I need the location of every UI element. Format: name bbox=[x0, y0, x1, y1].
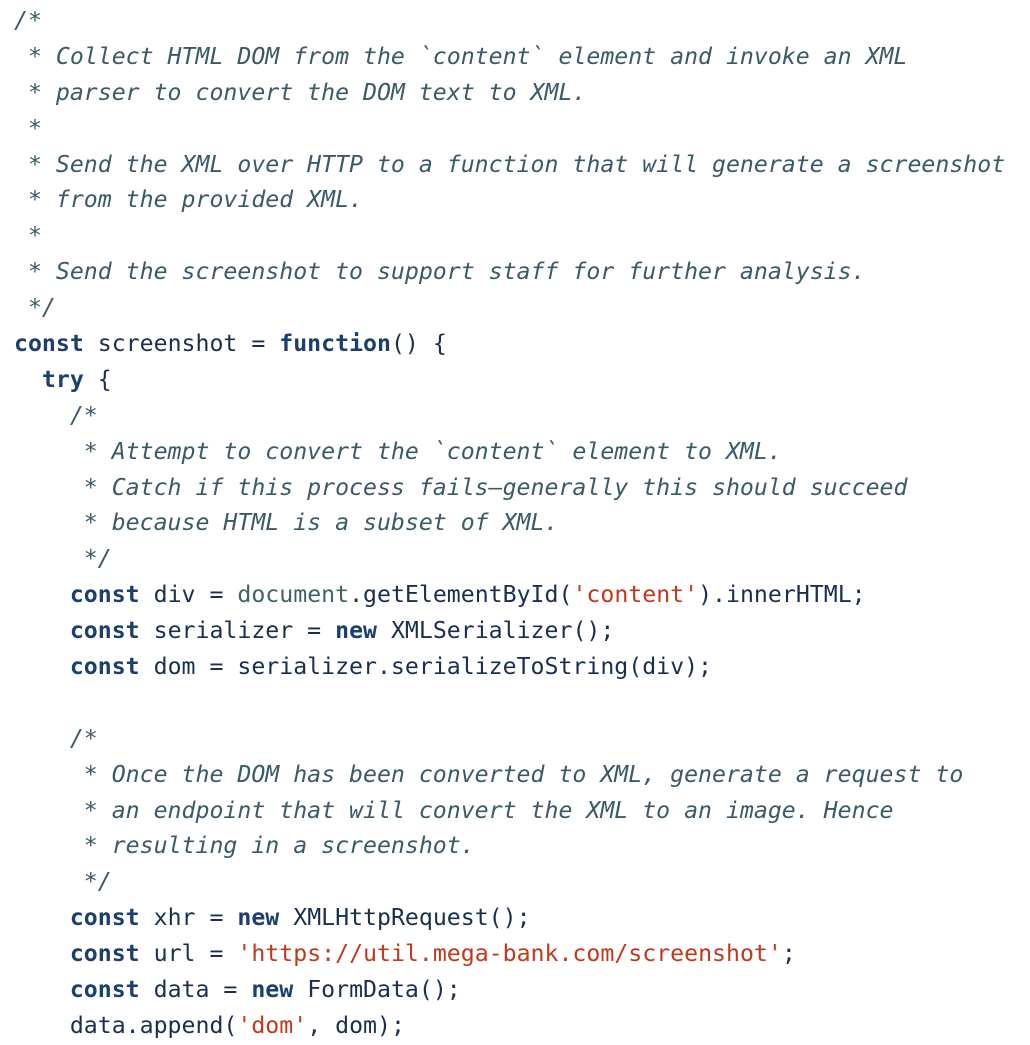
code-token-comment: * bbox=[14, 222, 42, 250]
code-token-comment: * resulting in a screenshot. bbox=[14, 832, 475, 860]
code-token-str: 'https://util.mega-bank.com/screenshot' bbox=[237, 940, 782, 968]
code-line: * Send the screenshot to support staff f… bbox=[14, 254, 1005, 290]
code-line: /* bbox=[14, 721, 1005, 757]
code-line: try { bbox=[14, 362, 1005, 398]
code-line: * bbox=[14, 111, 1005, 147]
code-token-plain: , dom); bbox=[307, 1011, 405, 1039]
code-line: * parser to convert the DOM text to XML. bbox=[14, 75, 1005, 111]
code-token-comment: */ bbox=[14, 545, 112, 573]
code-token-comment: * Once the DOM has been converted to XML… bbox=[14, 760, 964, 788]
code-token-plain: ; bbox=[781, 940, 796, 968]
code-token-plain: XMLHttpRequest(); bbox=[279, 904, 531, 932]
code-token-kw: const bbox=[69, 653, 140, 681]
code-token-comment: * Send the screenshot to support staff f… bbox=[14, 258, 866, 286]
code-line: const url = 'https://util.mega-bank.com/… bbox=[14, 936, 1005, 972]
code-line: * resulting in a screenshot. bbox=[14, 828, 1005, 864]
code-line: * from the provided XML. bbox=[14, 182, 1005, 218]
code-token-plain: screenshot = bbox=[83, 330, 280, 358]
code-token-plain: FormData(); bbox=[293, 976, 461, 1004]
code-token-str: 'content' bbox=[572, 581, 699, 609]
code-token-kw: function bbox=[279, 330, 391, 358]
code-token-comment: * from the provided XML. bbox=[14, 186, 364, 214]
code-block: /* * Collect HTML DOM from the `content`… bbox=[14, 3, 1005, 1044]
code-token-plain: .getElementById( bbox=[349, 581, 573, 609]
code-token-kw: new bbox=[251, 976, 294, 1004]
code-token-kw: const bbox=[69, 976, 140, 1004]
code-token-comment: * an endpoint that will convert the XML … bbox=[14, 796, 894, 824]
code-token-kw: const bbox=[69, 617, 140, 645]
code-token-plain: data = bbox=[139, 976, 252, 1004]
code-line: * Catch if this process fails—generally … bbox=[14, 470, 1005, 506]
code-token-plain: ).innerHTML; bbox=[698, 581, 866, 609]
code-token-obj: document bbox=[237, 581, 350, 609]
code-line: const xhr = new XMLHttpRequest(); bbox=[14, 900, 1005, 936]
code-token-plain: data.append( bbox=[14, 1011, 238, 1039]
code-token-plain: xhr = bbox=[139, 904, 238, 932]
code-line: * because HTML is a subset of XML. bbox=[14, 505, 1005, 541]
code-line: const div = document.getElementById('con… bbox=[14, 577, 1005, 613]
code-line: */ bbox=[14, 541, 1005, 577]
code-token-comment: * parser to convert the DOM text to XML. bbox=[14, 78, 587, 106]
code-token-str: 'dom' bbox=[237, 1011, 308, 1039]
code-line: const dom = serializer.serializeToString… bbox=[14, 649, 1005, 685]
code-token-plain: div = bbox=[139, 581, 238, 609]
code-line: const serializer = new XMLSerializer(); bbox=[14, 613, 1005, 649]
code-token-comment: * because HTML is a subset of XML. bbox=[14, 509, 559, 537]
code-token-kw: try bbox=[41, 365, 84, 393]
code-line: * Collect HTML DOM from the `content` el… bbox=[14, 39, 1005, 75]
code-token-plain: XMLSerializer(); bbox=[377, 617, 615, 645]
code-token-kw: new bbox=[237, 904, 280, 932]
code-line: * Attempt to convert the `content` eleme… bbox=[14, 434, 1005, 470]
code-token-kw: new bbox=[335, 617, 377, 645]
code-token-punc: () { bbox=[390, 330, 447, 358]
code-token-punc: { bbox=[83, 365, 112, 393]
code-line: * Send the XML over HTTP to a function t… bbox=[14, 147, 1005, 183]
code-token-comment: * Collect HTML DOM from the `content` el… bbox=[14, 42, 908, 70]
code-token-comment: /* bbox=[14, 7, 42, 34]
code-line: * bbox=[14, 218, 1005, 254]
code-token-comment: * Catch if this process fails—generally … bbox=[14, 473, 908, 501]
code-token-kw: const bbox=[69, 904, 140, 932]
code-line: data.append('dom', dom); bbox=[14, 1008, 1005, 1044]
code-line: * Once the DOM has been converted to XML… bbox=[14, 757, 1005, 793]
code-token-comment: /* bbox=[14, 401, 98, 429]
code-token-comment: * Send the XML over HTTP to a function t… bbox=[14, 150, 1006, 178]
code-line: /* bbox=[14, 3, 1005, 39]
code-line: */ bbox=[14, 290, 1005, 326]
code-line: /* bbox=[14, 398, 1005, 434]
code-line: */ bbox=[14, 864, 1005, 900]
code-token-kw: const bbox=[69, 940, 140, 968]
code-token-plain: url = bbox=[139, 940, 238, 968]
code-token-plain: dom = serializer.serializeToString(div); bbox=[139, 653, 713, 681]
code-token-comment: */ bbox=[14, 294, 56, 322]
code-line: * an endpoint that will convert the XML … bbox=[14, 793, 1005, 829]
code-token-comment: * bbox=[14, 114, 42, 142]
code-token-comment: * Attempt to convert the `content` eleme… bbox=[14, 437, 782, 465]
code-line: const screenshot = function() { bbox=[14, 326, 1005, 362]
code-token-kw: const bbox=[69, 581, 140, 609]
code-token-kw: const bbox=[14, 330, 84, 358]
code-line: const data = new FormData(); bbox=[14, 972, 1005, 1008]
code-token-plain: serializer = bbox=[139, 617, 336, 645]
code-token-comment: /* bbox=[14, 724, 98, 752]
code-token-comment: */ bbox=[14, 868, 112, 896]
